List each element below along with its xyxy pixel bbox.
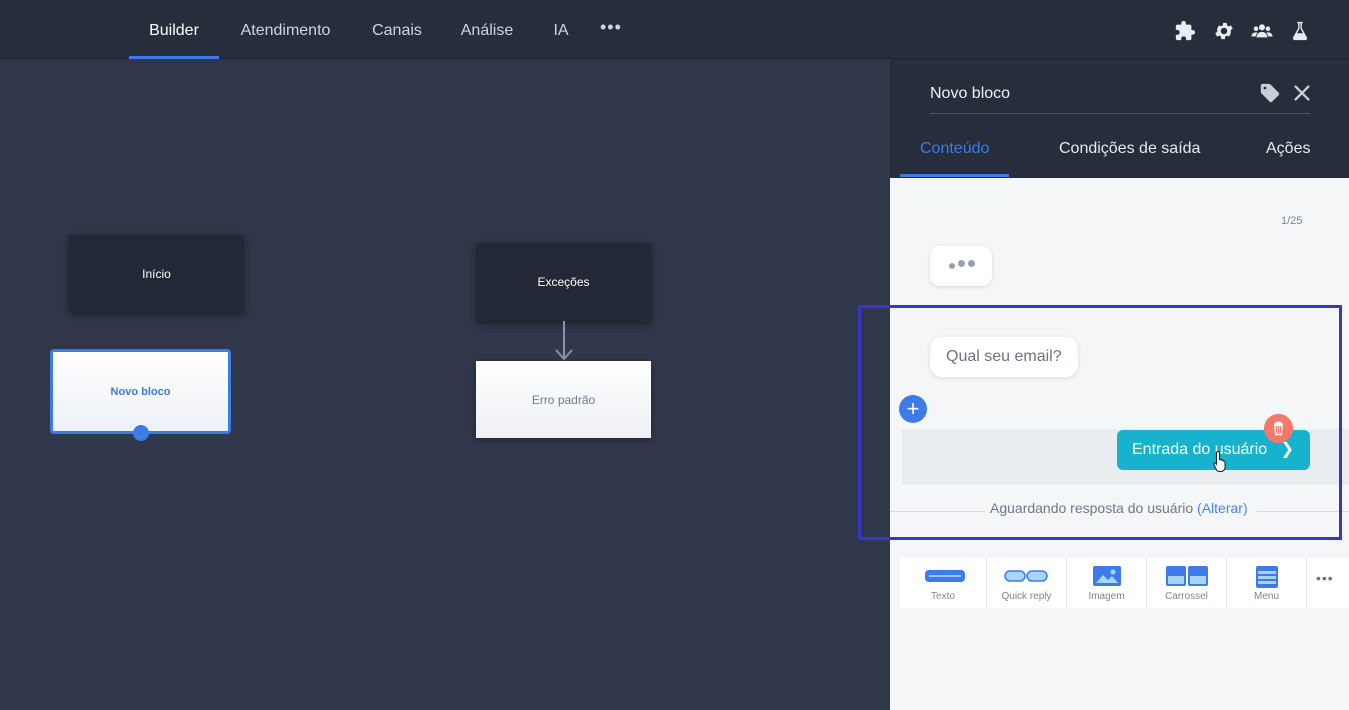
divider-left — [890, 511, 985, 512]
block-novo-bloco-label: Novo bloco — [110, 385, 171, 398]
content-counter: 1/25 — [1281, 215, 1303, 227]
block-erro-padrao[interactable]: Erro padrão — [476, 361, 651, 438]
tool-quick-reply-label: Quick reply — [1001, 591, 1052, 602]
block-title-input[interactable]: Novo bloco — [930, 85, 1010, 103]
tab-condicoes-de-saida[interactable]: Condições de saída — [1059, 140, 1200, 158]
tool-menu-label: Menu — [1253, 591, 1279, 602]
text-block-icon — [925, 570, 965, 582]
block-novo-bloco[interactable]: Novo bloco — [50, 349, 231, 434]
menu-icon — [1256, 566, 1278, 588]
nav-tab-analise[interactable]: Análise — [448, 0, 526, 59]
image-icon — [1093, 566, 1121, 586]
block-erro-padrao-label: Erro padrão — [531, 392, 596, 407]
quick-reply-icon — [1004, 570, 1048, 582]
tools-more-button[interactable]: ••• — [1316, 570, 1334, 586]
user-input-label: Entrada do usuário — [1132, 441, 1268, 458]
block-inicio[interactable]: Início — [69, 235, 244, 312]
tool-texto[interactable]: Texto — [900, 558, 987, 608]
block-editor-header: Novo bloco Conteúdo Condições de saída A… — [890, 59, 1349, 178]
carousel-icon — [1166, 566, 1208, 586]
tool-imagem[interactable]: Imagem — [1067, 558, 1147, 608]
block-output-connector[interactable] — [133, 425, 149, 441]
close-icon[interactable] — [1291, 82, 1313, 104]
connection-arrow — [555, 321, 573, 361]
change-awaiting-link[interactable]: (Alterar) — [1197, 500, 1248, 516]
block-excecoes-label: Exceções — [537, 275, 590, 289]
block-inicio-label: Início — [142, 266, 171, 281]
trash-icon[interactable] — [1264, 414, 1293, 443]
tool-texto-label: Texto — [931, 591, 955, 602]
puzzle-icon[interactable] — [1174, 20, 1196, 42]
message-bubble[interactable]: Qual seu email? — [930, 337, 1078, 377]
nav-tab-atendimento[interactable]: Atendimento — [227, 0, 344, 59]
content-type-toolbar: Texto Quick reply Imagem Carrossel Menu … — [900, 558, 1349, 608]
hand-cursor-icon — [1213, 450, 1226, 472]
divider-right — [1257, 511, 1349, 512]
block-content-area: 1/25 Qual seu email? + Entrada do usuári… — [890, 178, 1349, 710]
tool-quick-reply[interactable]: Quick reply — [987, 558, 1067, 608]
tool-carrossel[interactable]: Carrossel — [1147, 558, 1227, 608]
nav-tab-builder[interactable]: Builder — [129, 0, 219, 59]
typing-indicator-bubble[interactable] — [930, 246, 992, 286]
tab-conteudo[interactable]: Conteúdo — [920, 140, 989, 158]
flow-canvas[interactable]: Início Novo bloco Exceções Erro padrão — [0, 59, 890, 710]
awaiting-response-text: Aguardando resposta do usuário (Alterar) — [990, 500, 1248, 516]
block-excecoes[interactable]: Exceções — [476, 243, 651, 321]
nav-tab-ia[interactable]: IA — [541, 0, 581, 59]
users-icon[interactable] — [1251, 20, 1273, 42]
active-tab-indicator — [900, 174, 1009, 177]
add-content-button[interactable]: + — [899, 395, 927, 423]
tag-icon[interactable] — [1259, 82, 1281, 104]
nav-tab-canais[interactable]: Canais — [358, 0, 436, 59]
gear-icon[interactable] — [1213, 20, 1235, 42]
tool-imagem-label: Imagem — [1088, 591, 1125, 602]
title-underline — [930, 113, 1310, 114]
top-navigation-bar: Builder Atendimento Canais Análise IA ••… — [0, 0, 1349, 59]
tab-acoes[interactable]: Ações — [1266, 140, 1310, 158]
nav-more-button[interactable]: ••• — [600, 17, 622, 38]
tool-menu[interactable]: Menu — [1227, 558, 1307, 608]
tool-carrossel-label: Carrossel — [1165, 591, 1208, 602]
flask-icon[interactable] — [1289, 20, 1311, 42]
awaiting-response-label: Aguardando resposta do usuário — [990, 500, 1194, 516]
